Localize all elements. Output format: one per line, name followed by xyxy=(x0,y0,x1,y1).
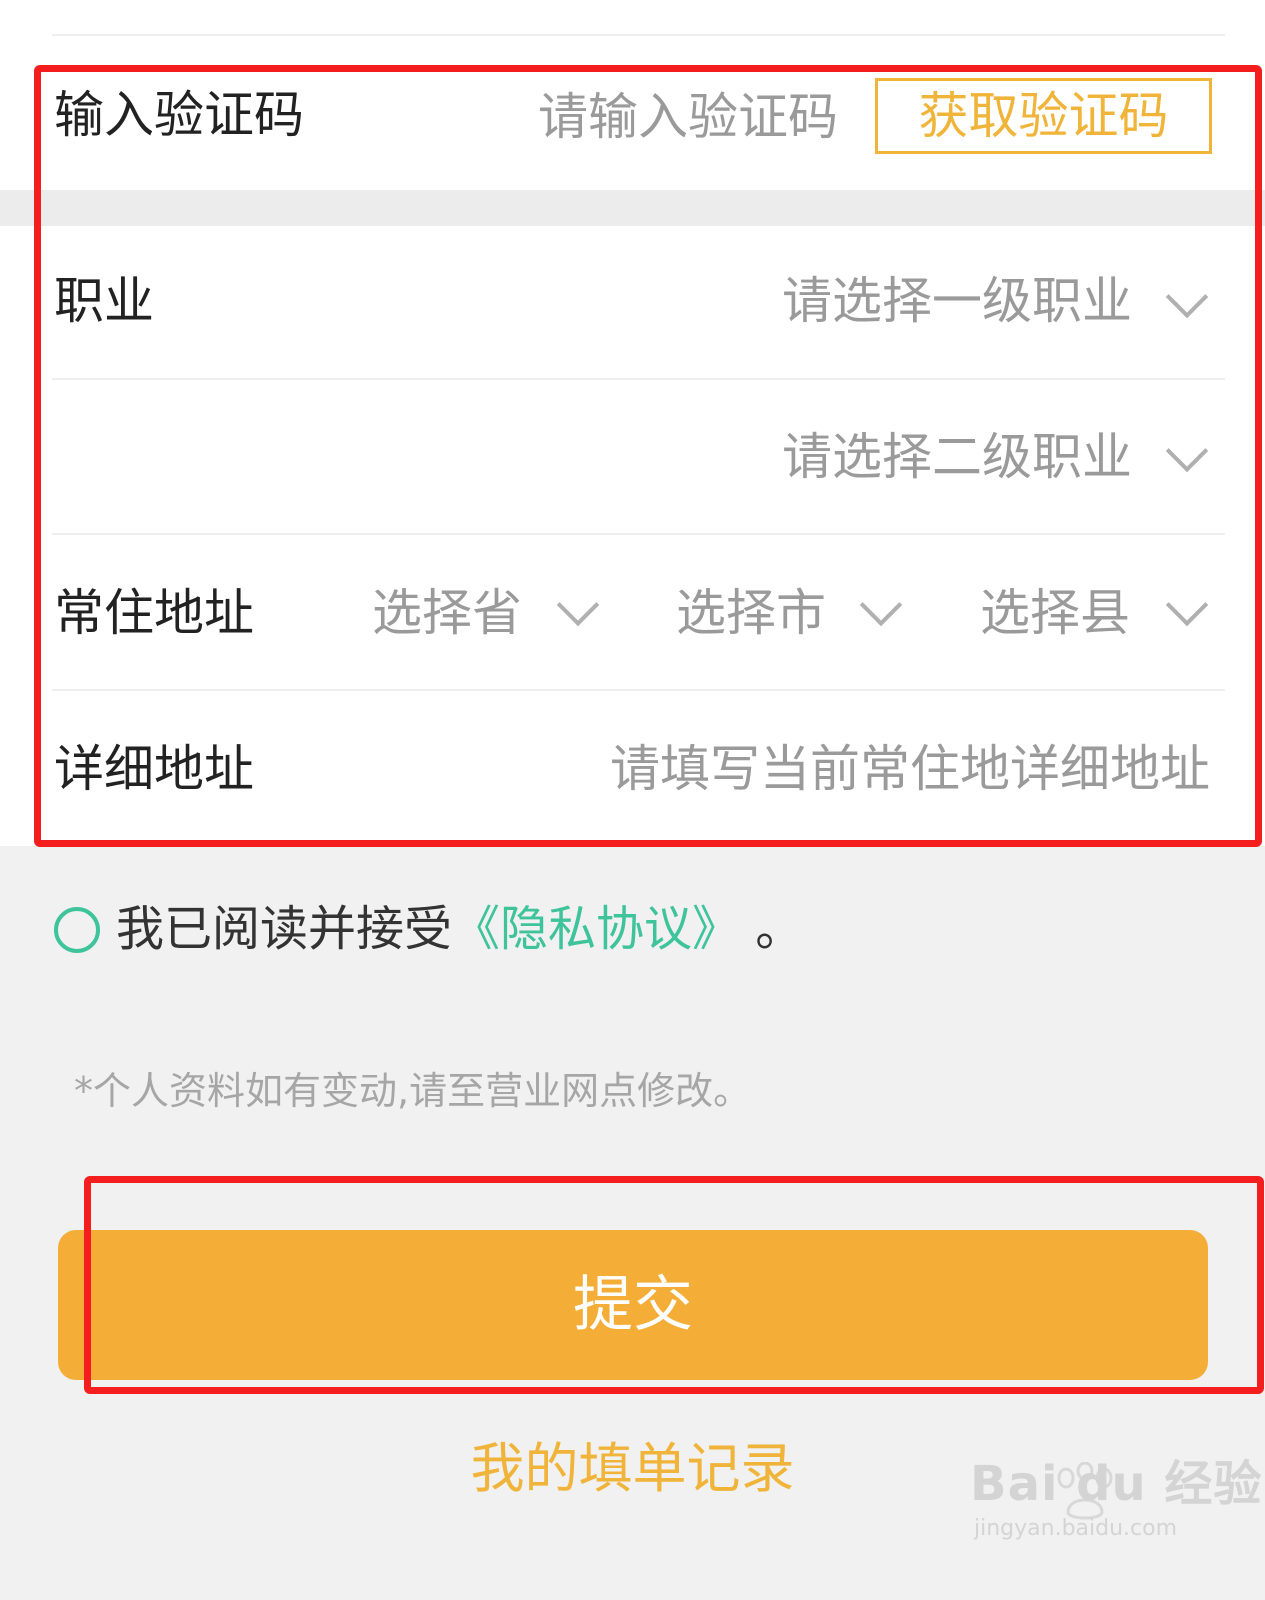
divider xyxy=(52,533,1225,535)
divider xyxy=(52,34,1225,36)
divider xyxy=(52,689,1225,691)
get-code-button[interactable]: 获取验证码 xyxy=(875,78,1212,154)
watermark: Bai du 经验 jingyan.baidu.com xyxy=(970,1460,1262,1540)
occupation-label: 职业 xyxy=(54,272,154,330)
detail-address-label: 详细地址 xyxy=(54,740,254,798)
privacy-link[interactable]: 《隐私协议》 xyxy=(452,901,740,957)
verify-code-label: 输入验证码 xyxy=(54,86,304,144)
watermark-logo: Bai du 经验 xyxy=(970,1456,1263,1512)
city-select[interactable]: 选择市 xyxy=(676,588,826,638)
occupation-level1-select[interactable]: 请选择一级职业 xyxy=(782,276,1132,326)
agreement-radio[interactable] xyxy=(54,907,100,953)
agreement-text: 我已阅读并接受《隐私协议》 。 xyxy=(116,905,803,953)
agreement-suffix: 。 xyxy=(755,901,804,957)
watermark-url: jingyan.baidu.com xyxy=(974,1516,1178,1541)
submit-button[interactable]: 提交 xyxy=(58,1230,1208,1380)
province-select[interactable]: 选择省 xyxy=(372,588,522,638)
address-label: 常住地址 xyxy=(54,584,254,642)
divider xyxy=(52,378,1225,380)
profile-change-note: *个人资料如有变动,请至营业网点修改。 xyxy=(74,1069,752,1113)
detail-address-input[interactable]: 请填写当前常住地详细地址 xyxy=(610,744,1210,794)
county-select[interactable]: 选择县 xyxy=(980,588,1130,638)
section-gap xyxy=(0,190,1265,226)
verify-code-input[interactable]: 请输入验证码 xyxy=(538,92,838,142)
occupation-level2-select[interactable]: 请选择二级职业 xyxy=(782,432,1132,482)
agreement-prefix: 我已阅读并接受 xyxy=(116,901,453,957)
